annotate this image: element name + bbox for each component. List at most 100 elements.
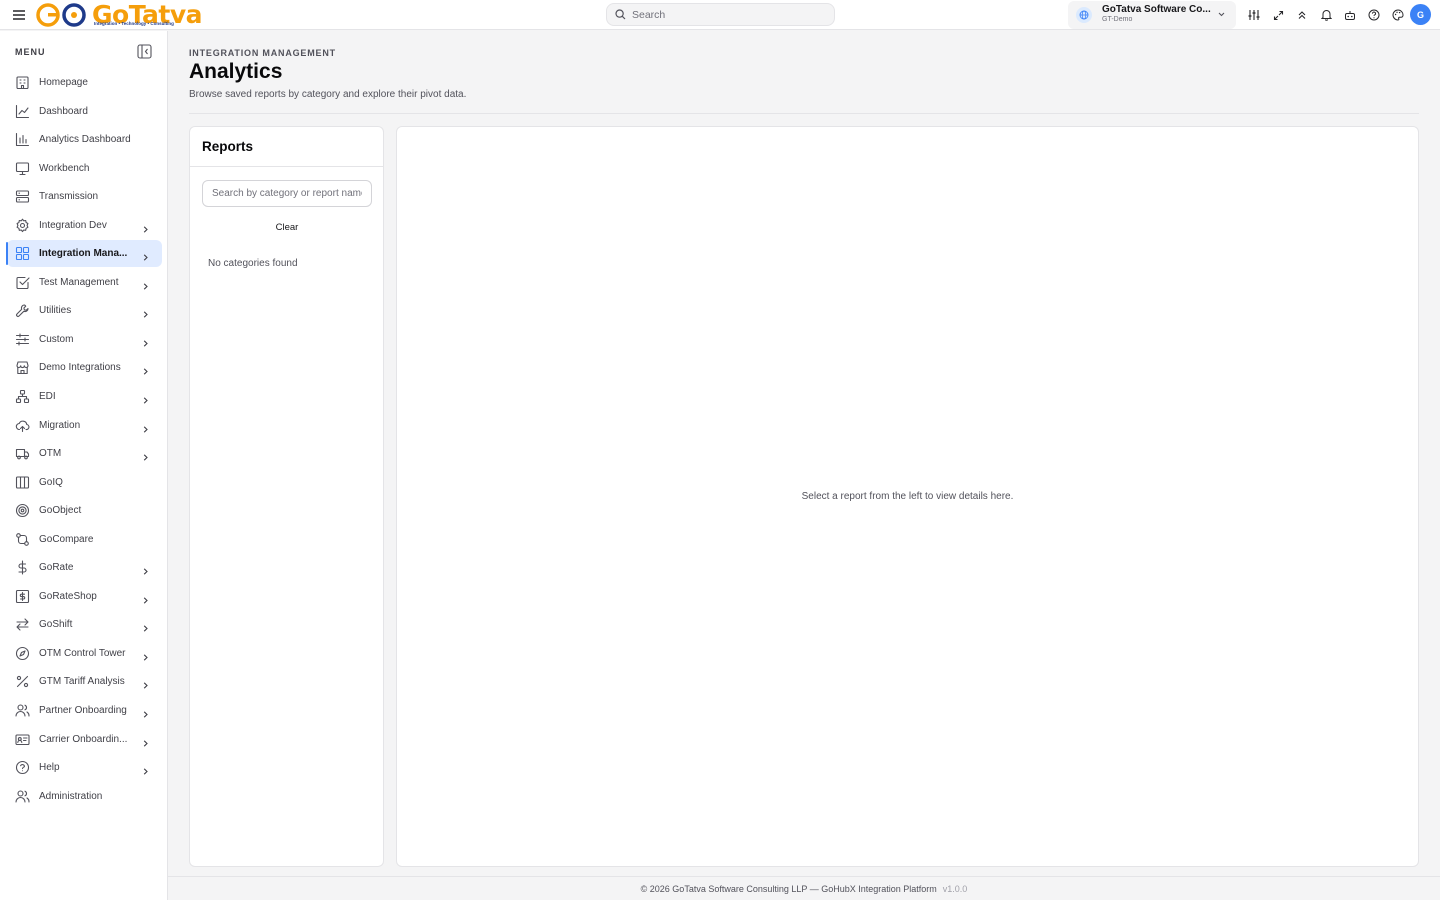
line-chart-icon: [15, 104, 30, 119]
global-search-input[interactable]: [632, 8, 822, 21]
sidebar-item-administration[interactable]: Administration: [7, 783, 162, 810]
sidebar-item-label: GoIQ: [39, 476, 63, 488]
swap-icon: [15, 617, 30, 632]
sidebar-item-gtm-tariff-analysis[interactable]: GTM Tariff Analysis: [7, 668, 162, 695]
sidebar-item-label: Help: [39, 762, 60, 774]
org-environment: GT-Demo: [1102, 16, 1133, 23]
sidebar-item-transmission[interactable]: Transmission: [7, 183, 162, 210]
chevron-right-icon: [141, 421, 150, 439]
sidebar-item-label: Dashboard: [39, 105, 88, 117]
sidebar-item-label: GTM Tariff Analysis: [39, 676, 125, 688]
sidebar-item-analytics-dashboard[interactable]: Analytics Dashboard: [7, 126, 162, 153]
sidebar-item-custom[interactable]: Custom: [7, 326, 162, 353]
gotatva-logo[interactable]: GoTatva Integration • Technology • Consu…: [34, 1, 203, 29]
sidebar-item-utilities[interactable]: Utilities: [7, 297, 162, 324]
checkbox-icon: [15, 275, 30, 290]
sidebar-item-label: GoRate: [39, 562, 74, 574]
truck-icon: [15, 446, 30, 461]
chevron-right-icon: [141, 449, 150, 467]
sidebar-item-edi[interactable]: EDI: [7, 383, 162, 410]
report-search-input[interactable]: [202, 180, 372, 207]
bot-icon[interactable]: [1338, 5, 1362, 25]
chevron-right-icon: [141, 221, 150, 239]
sidebar-item-otm[interactable]: OTM: [7, 440, 162, 467]
sidebar-item-gorate[interactable]: GoRate: [7, 554, 162, 581]
users-icon: [15, 789, 30, 804]
sidebar-item-label: Transmission: [39, 191, 99, 203]
sidebar-item-homepage[interactable]: Homepage: [7, 69, 162, 96]
sidebar-item-integration-mana[interactable]: Integration Mana...: [6, 240, 162, 268]
sidebar-item-goobject[interactable]: GoObject: [7, 497, 162, 524]
global-search[interactable]: [606, 3, 835, 26]
chevron-right-icon: [141, 763, 150, 781]
building-icon: [15, 75, 30, 90]
percent-icon: [15, 674, 30, 689]
id-card-icon: [15, 732, 30, 747]
sliders-icon: [15, 332, 30, 347]
empty-categories-message: No categories found: [208, 258, 298, 269]
sidebar-item-label: GoRateShop: [39, 590, 97, 602]
footer-copyright: © 2026 GoTatva Software Consulting LLP —…: [640, 883, 937, 894]
detail-empty-message: Select a report from the left to view de…: [801, 491, 1014, 502]
header-divider: [189, 113, 1419, 114]
clear-button[interactable]: Clear: [202, 217, 372, 237]
sidebar-item-label: OTM: [39, 448, 62, 460]
bar-chart-icon: [15, 132, 30, 147]
user-avatar[interactable]: G: [1410, 4, 1431, 25]
sidebar-item-label: Custom: [39, 333, 74, 345]
palette-icon[interactable]: [1386, 5, 1410, 25]
expand-icon[interactable]: [1266, 5, 1290, 25]
org-switcher[interactable]: GoTatva Software Co... GT-Demo: [1068, 1, 1236, 29]
sidebar-item-label: GoShift: [39, 619, 73, 631]
logo-mark-icon: [36, 3, 86, 27]
chevron-down-icon: [1218, 12, 1225, 17]
sidebar-item-workbench[interactable]: Workbench: [7, 155, 162, 182]
cloud-upload-icon: [15, 418, 30, 433]
network-icon: [15, 389, 30, 404]
server-icon: [15, 189, 30, 204]
sliders-icon[interactable]: [1242, 5, 1266, 25]
search-icon: [615, 9, 626, 20]
chevron-right-icon: [141, 249, 150, 267]
collapse-sidebar-icon[interactable]: [137, 44, 152, 59]
sidebar-item-demo-integrations[interactable]: Demo Integrations: [7, 354, 162, 381]
store-icon: [15, 360, 30, 375]
sidebar-item-label: Administration: [39, 790, 103, 802]
menu-icon[interactable]: [12, 8, 26, 22]
sidebar-item-gorateshop[interactable]: GoRateShop: [7, 583, 162, 610]
sidebar-item-label: GoObject: [39, 505, 82, 517]
sidebar-item-partner-onboarding[interactable]: Partner Onboarding: [7, 697, 162, 724]
sidebar-item-carrier-onboardin[interactable]: Carrier Onboardin...: [7, 726, 162, 753]
sidebar-item-gocompare[interactable]: GoCompare: [7, 526, 162, 553]
reports-divider: [190, 166, 383, 167]
sidebar-item-label: Migration: [39, 419, 81, 431]
bell-icon[interactable]: [1314, 5, 1338, 25]
chevron-right-icon: [141, 649, 150, 667]
footer: © 2026 GoTatva Software Consulting LLP —…: [168, 876, 1440, 900]
sidebar-item-test-management[interactable]: Test Management: [7, 269, 162, 296]
chevron-right-icon: [141, 706, 150, 724]
org-name: GoTatva Software Co...: [1102, 4, 1211, 15]
sidebar-item-label: Integration Mana...: [39, 248, 128, 260]
sidebar-item-goshift[interactable]: GoShift: [7, 611, 162, 638]
help-icon[interactable]: [1362, 5, 1386, 25]
gear-icon: [15, 218, 30, 233]
breadcrumb: INTEGRATION MANAGEMENT: [189, 48, 336, 58]
sidebar-item-integration-dev[interactable]: Integration Dev: [7, 212, 162, 239]
globe-icon: [1076, 7, 1092, 23]
columns-icon: [15, 475, 30, 490]
chevron-right-icon: [141, 306, 150, 324]
chevron-right-icon: [141, 735, 150, 753]
wrench-icon: [15, 303, 30, 318]
chevron-right-icon: [141, 392, 150, 410]
sidebar-item-label: Utilities: [39, 305, 72, 317]
sidebar-item-goiq[interactable]: GoIQ: [7, 469, 162, 496]
chevron-right-icon: [141, 620, 150, 638]
sidebar-item-help[interactable]: Help: [7, 754, 162, 781]
sidebar-item-migration[interactable]: Migration: [7, 412, 162, 439]
sidebar-item-otm-control-tower[interactable]: OTM Control Tower: [7, 640, 162, 667]
reports-title: Reports: [202, 139, 254, 154]
chevrons-up-icon[interactable]: [1290, 5, 1314, 25]
page-title: Analytics: [189, 60, 283, 83]
sidebar-item-dashboard[interactable]: Dashboard: [7, 98, 162, 125]
